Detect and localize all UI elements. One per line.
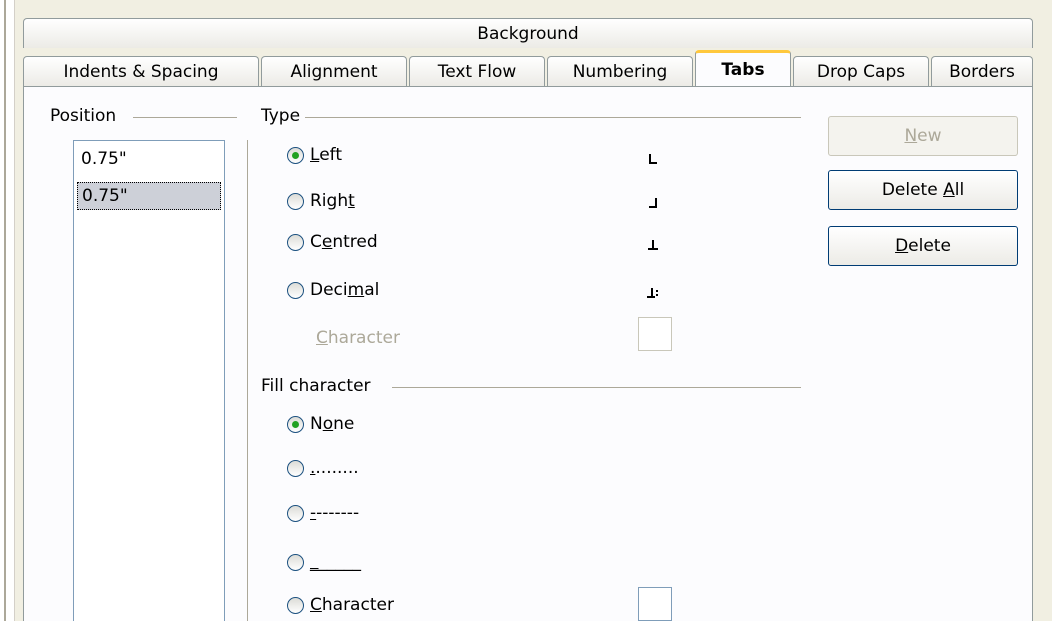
radio-label: -------- (310, 503, 360, 523)
radio-fill-none[interactable]: None (287, 414, 354, 434)
radio-button[interactable] (287, 553, 304, 571)
radio-label: ______ (310, 552, 361, 572)
radio-type-centred[interactable]: Centred (287, 232, 378, 252)
radio-label: Centred (310, 232, 378, 252)
fill-group-line (392, 387, 801, 388)
decimal-tab-icon (647, 288, 658, 298)
radio-button[interactable] (287, 233, 304, 251)
radio-type-decimal[interactable]: Decimal (287, 280, 379, 300)
radio-button[interactable] (287, 596, 304, 614)
radio-label: Left (310, 145, 342, 165)
fill-group-title: Fill character (261, 376, 371, 396)
radio-fill-dots[interactable]: ......... (287, 458, 359, 478)
delete-button[interactable]: Delete (828, 226, 1018, 266)
radio-fill-underline[interactable]: ______ (287, 552, 361, 572)
button-label: Delete All (881, 180, 965, 200)
button-label: New (904, 126, 942, 146)
position-input[interactable]: 0.75" (77, 145, 221, 173)
new-button[interactable]: New (828, 116, 1018, 156)
radio-label: Decimal (310, 280, 380, 300)
dialog-frame: Background Indents & Spacing Alignment T… (0, 0, 1052, 621)
radio-label: Right (310, 191, 355, 211)
radio-button-checked[interactable] (287, 146, 304, 164)
radio-button[interactable] (287, 281, 304, 299)
radio-button[interactable] (287, 459, 304, 477)
character-label: Character (316, 328, 400, 348)
left-tab-icon (649, 154, 657, 164)
radio-label: ......... (310, 458, 359, 478)
fill-character-input[interactable] (638, 587, 672, 621)
position-list-item[interactable]: 0.75" (77, 182, 221, 210)
radio-type-right[interactable]: Right (287, 191, 355, 211)
centred-tab-icon (648, 240, 658, 250)
position-group-line (133, 117, 237, 118)
radio-label: Character (310, 595, 394, 615)
type-group-title: Type (261, 106, 301, 126)
button-label: Delete (895, 236, 951, 256)
delete-all-button[interactable]: Delete All (828, 170, 1018, 210)
position-listbox[interactable]: 0.75" 0.75" (73, 140, 225, 621)
radio-button[interactable] (287, 504, 304, 522)
radio-fill-character[interactable]: Character (287, 595, 394, 615)
radio-button-checked[interactable] (287, 415, 304, 433)
position-group-title: Position (50, 106, 117, 126)
radio-type-left[interactable]: Left (287, 145, 342, 165)
type-character-input[interactable] (638, 317, 672, 351)
vertical-separator (247, 140, 248, 621)
radio-label: None (310, 414, 355, 434)
right-tab-icon (649, 198, 657, 208)
radio-fill-dashes[interactable]: -------- (287, 503, 359, 523)
radio-button[interactable] (287, 192, 304, 210)
type-group-line (305, 117, 801, 118)
